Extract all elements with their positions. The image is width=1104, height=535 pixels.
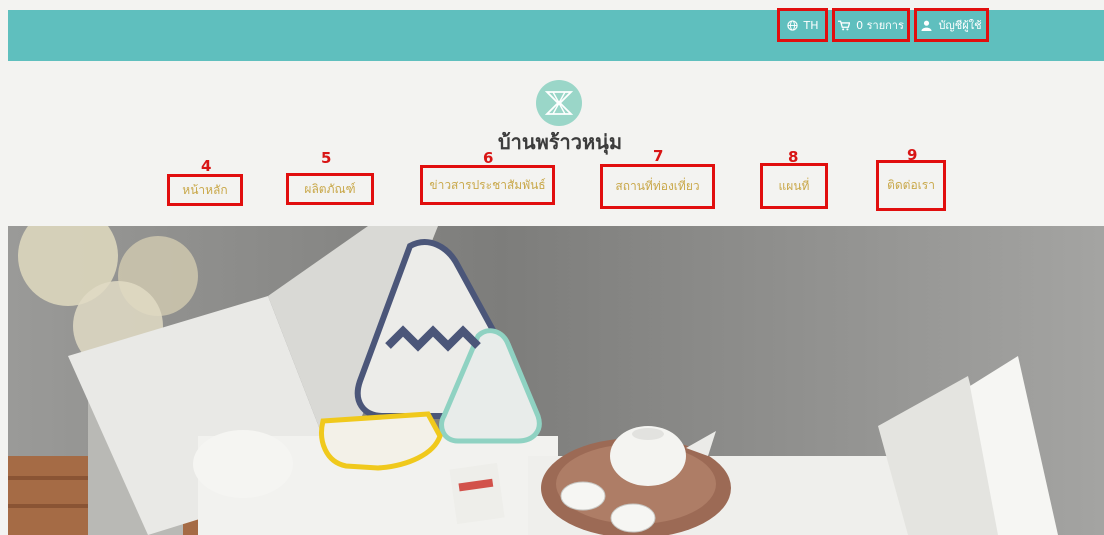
logo-icon xyxy=(544,91,574,115)
nav-map[interactable]: แผนที่ xyxy=(760,163,828,209)
cart-button[interactable]: 0 รายการ xyxy=(832,8,910,42)
nav-contact[interactable]: ติดต่อเรา xyxy=(876,160,946,211)
site-logo[interactable] xyxy=(536,80,582,126)
cart-label: 0 รายการ xyxy=(856,19,904,32)
cart-icon xyxy=(838,20,851,30)
annotation-number: 4 xyxy=(201,157,212,175)
hero-image xyxy=(8,226,1104,535)
nav-attractions-label: สถานที่ท่องเที่ยว xyxy=(615,179,700,193)
nav-home[interactable]: หน้าหลัก xyxy=(167,174,243,206)
annotation-number: 5 xyxy=(321,149,332,167)
nav-products-label: ผลิตภัณฑ์ xyxy=(304,181,356,196)
nav-news-label: ข่าวสารประชาสัมพันธ์ xyxy=(429,177,546,192)
account-button[interactable]: บัญชีผู้ใช้ xyxy=(914,8,989,42)
globe-icon xyxy=(786,19,798,31)
language-selector[interactable]: TH xyxy=(777,8,828,42)
nav-products[interactable]: ผลิตภัณฑ์ xyxy=(286,173,374,205)
nav-contact-label: ติดต่อเรา xyxy=(887,178,935,192)
account-label: บัญชีผู้ใช้ xyxy=(938,19,982,32)
nav-map-label: แผนที่ xyxy=(778,178,810,193)
hero-scene-illustration xyxy=(8,226,1104,535)
annotation-number: 7 xyxy=(653,147,664,165)
nav-home-label: หน้าหลัก xyxy=(182,182,228,197)
nav-news[interactable]: ข่าวสารประชาสัมพันธ์ xyxy=(420,165,555,205)
nav-attractions[interactable]: สถานที่ท่องเที่ยว xyxy=(600,164,715,209)
language-label: TH xyxy=(803,18,819,32)
user-icon xyxy=(921,20,932,31)
